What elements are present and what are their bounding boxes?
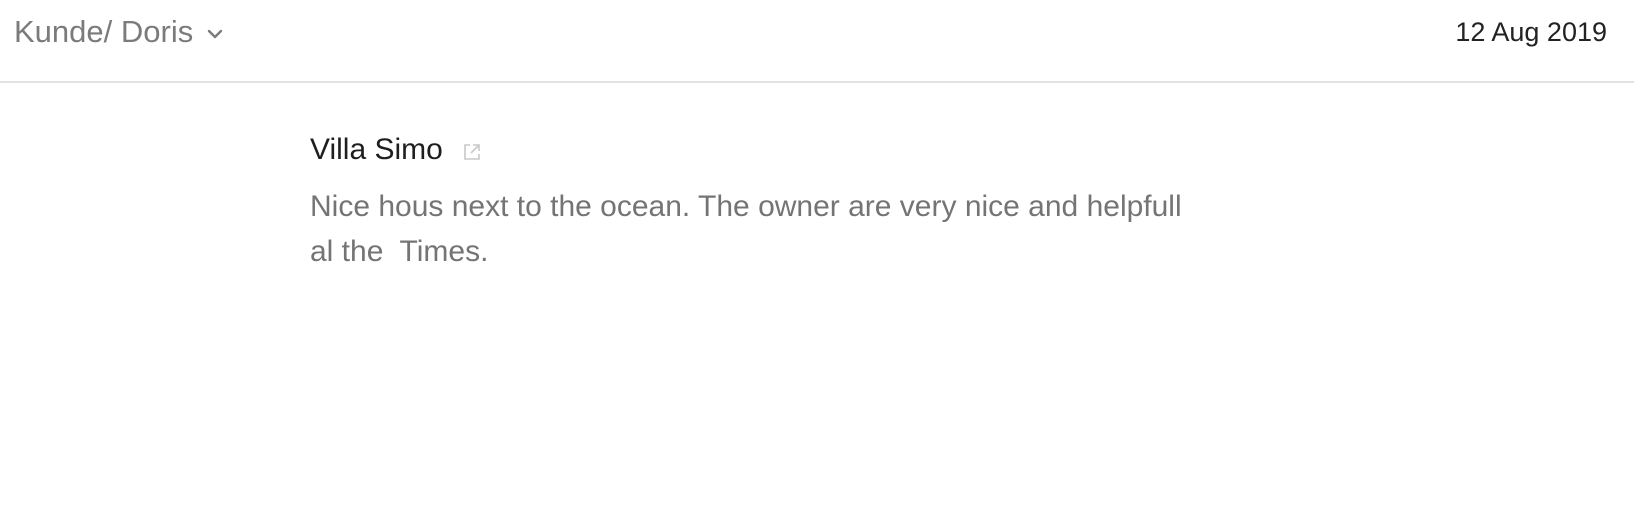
header-bar: Kunde/ Doris 12 Aug 2019 <box>0 0 1634 83</box>
review-title: Villa Simo <box>310 133 443 166</box>
chevron-down-icon <box>205 24 225 44</box>
page: Kunde/ Doris 12 Aug 2019 Villa Simo Nice… <box>0 0 1634 514</box>
customer-selector-label: Kunde/ Doris <box>14 14 194 49</box>
review-text: Nice hous next to the ocean. The owner a… <box>310 190 1190 268</box>
review-title-row: Villa Simo <box>310 130 1210 170</box>
external-link-icon[interactable] <box>461 141 483 163</box>
review-date: 12 Aug 2019 <box>1455 17 1607 47</box>
customer-selector-dropdown[interactable]: Kunde/ Doris <box>14 12 225 52</box>
review-card: Villa Simo Nice hous next to the ocean. … <box>310 130 1210 274</box>
